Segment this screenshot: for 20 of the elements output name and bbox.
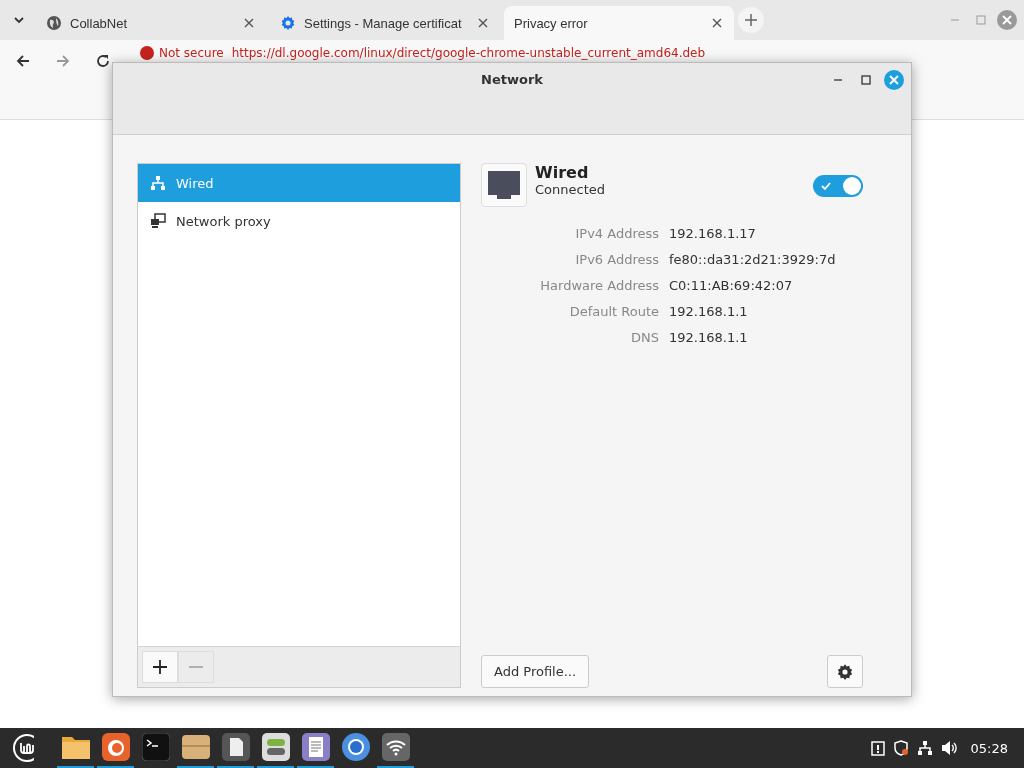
detail-label: IPv6 Address — [574, 251, 659, 269]
detail-label: IPv4 Address — [574, 225, 659, 243]
add-profile-button[interactable]: Add Profile... — [481, 655, 590, 688]
connection-status: Connected — [535, 182, 606, 197]
browser-tab[interactable]: CollabNet — [36, 6, 266, 40]
detail-label: Hardware Address — [539, 277, 659, 295]
detail-label: Default Route — [568, 303, 659, 321]
detail-value: C0:11:AB:69:42:07 — [669, 277, 794, 295]
detail-value: fe80::da31:2d21:3929:7d — [669, 251, 837, 269]
window-title: Network — [481, 72, 543, 87]
detail-label: DNS — [630, 329, 659, 347]
security-label[interactable]: Not secure — [159, 46, 224, 60]
detail-value: 192.168.1.1 — [669, 303, 749, 321]
address-url[interactable]: https://dl.google.com/linux/direct/google-chrome-unstable_current_amd64.deb — [231, 46, 706, 60]
detail-value: 192.168.1.1 — [669, 329, 749, 347]
connection-title: Wired — [535, 163, 590, 182]
browser-tab[interactable]: Privacy error — [504, 6, 734, 40]
clock[interactable]: 05:28 — [970, 740, 1008, 756]
detail-value: 192.168.1.17 — [669, 225, 757, 243]
browser-tab[interactable]: Settings - Manage certificat — [270, 6, 500, 40]
